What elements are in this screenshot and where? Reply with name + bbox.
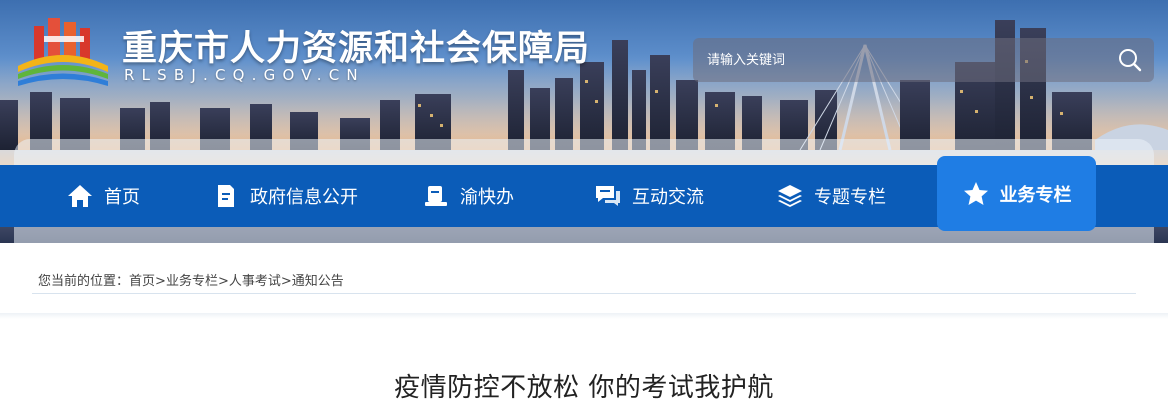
breadcrumb-link-business[interactable]: 业务专栏 xyxy=(166,274,218,289)
breadcrumb-link-exam[interactable]: 人事考试 xyxy=(229,274,281,289)
book-icon xyxy=(422,182,450,210)
main-content: 您当前的位置：首页>业务专栏>人事考试>通知公告 疫情防控不放松 你的考试我护航 xyxy=(0,243,1168,416)
breadcrumb-separator: > xyxy=(217,274,229,289)
breadcrumb-separator: > xyxy=(280,274,292,289)
breadcrumb-separator: > xyxy=(155,274,166,289)
home-icon xyxy=(66,182,94,210)
star-icon xyxy=(962,180,990,208)
nav-item-label: 渝快办 xyxy=(460,187,514,208)
nav-item-home[interactable]: 首页 xyxy=(66,165,140,227)
search-button[interactable] xyxy=(1116,46,1144,74)
section-divider xyxy=(0,313,1168,319)
document-icon xyxy=(212,182,240,210)
breadcrumb: 您当前的位置：首页>业务专栏>人事考试>通知公告 xyxy=(38,270,344,289)
nav-item-label: 首页 xyxy=(104,187,140,208)
nav-item-business[interactable]: 业务专栏 xyxy=(937,156,1096,231)
nav-item-label: 互动交流 xyxy=(632,187,704,208)
nav-item-gov-info[interactable]: 政府信息公开 xyxy=(212,165,358,227)
nav-item-label: 专题专栏 xyxy=(814,187,886,208)
search-input[interactable] xyxy=(693,38,1093,82)
nav-item-topics[interactable]: 专题专栏 xyxy=(776,165,886,227)
search-icon xyxy=(1119,49,1142,72)
site-title: 重庆市人力资源和社会保障局 xyxy=(122,29,591,69)
bureau-logo xyxy=(18,18,108,86)
search-box xyxy=(693,38,1154,82)
layers-icon xyxy=(776,182,804,210)
breadcrumb-divider xyxy=(32,293,1136,294)
breadcrumb-link-notice[interactable]: 通知公告 xyxy=(292,274,344,289)
article-title: 疫情防控不放松 你的考试我护航 xyxy=(394,373,774,403)
nav-item-interaction[interactable]: 互动交流 xyxy=(594,165,704,227)
chat-icon xyxy=(594,182,622,210)
nav-item-label: 业务专栏 xyxy=(999,184,1072,206)
nav-item-label: 政府信息公开 xyxy=(250,187,358,208)
site-url: RLSBJ.CQ.GOV.CN xyxy=(124,66,365,84)
nav-item-yukuaiban[interactable]: 渝快办 xyxy=(422,165,514,227)
breadcrumb-prefix: 您当前的位置： xyxy=(38,274,130,289)
breadcrumb-link-home[interactable]: 首页 xyxy=(129,274,155,289)
